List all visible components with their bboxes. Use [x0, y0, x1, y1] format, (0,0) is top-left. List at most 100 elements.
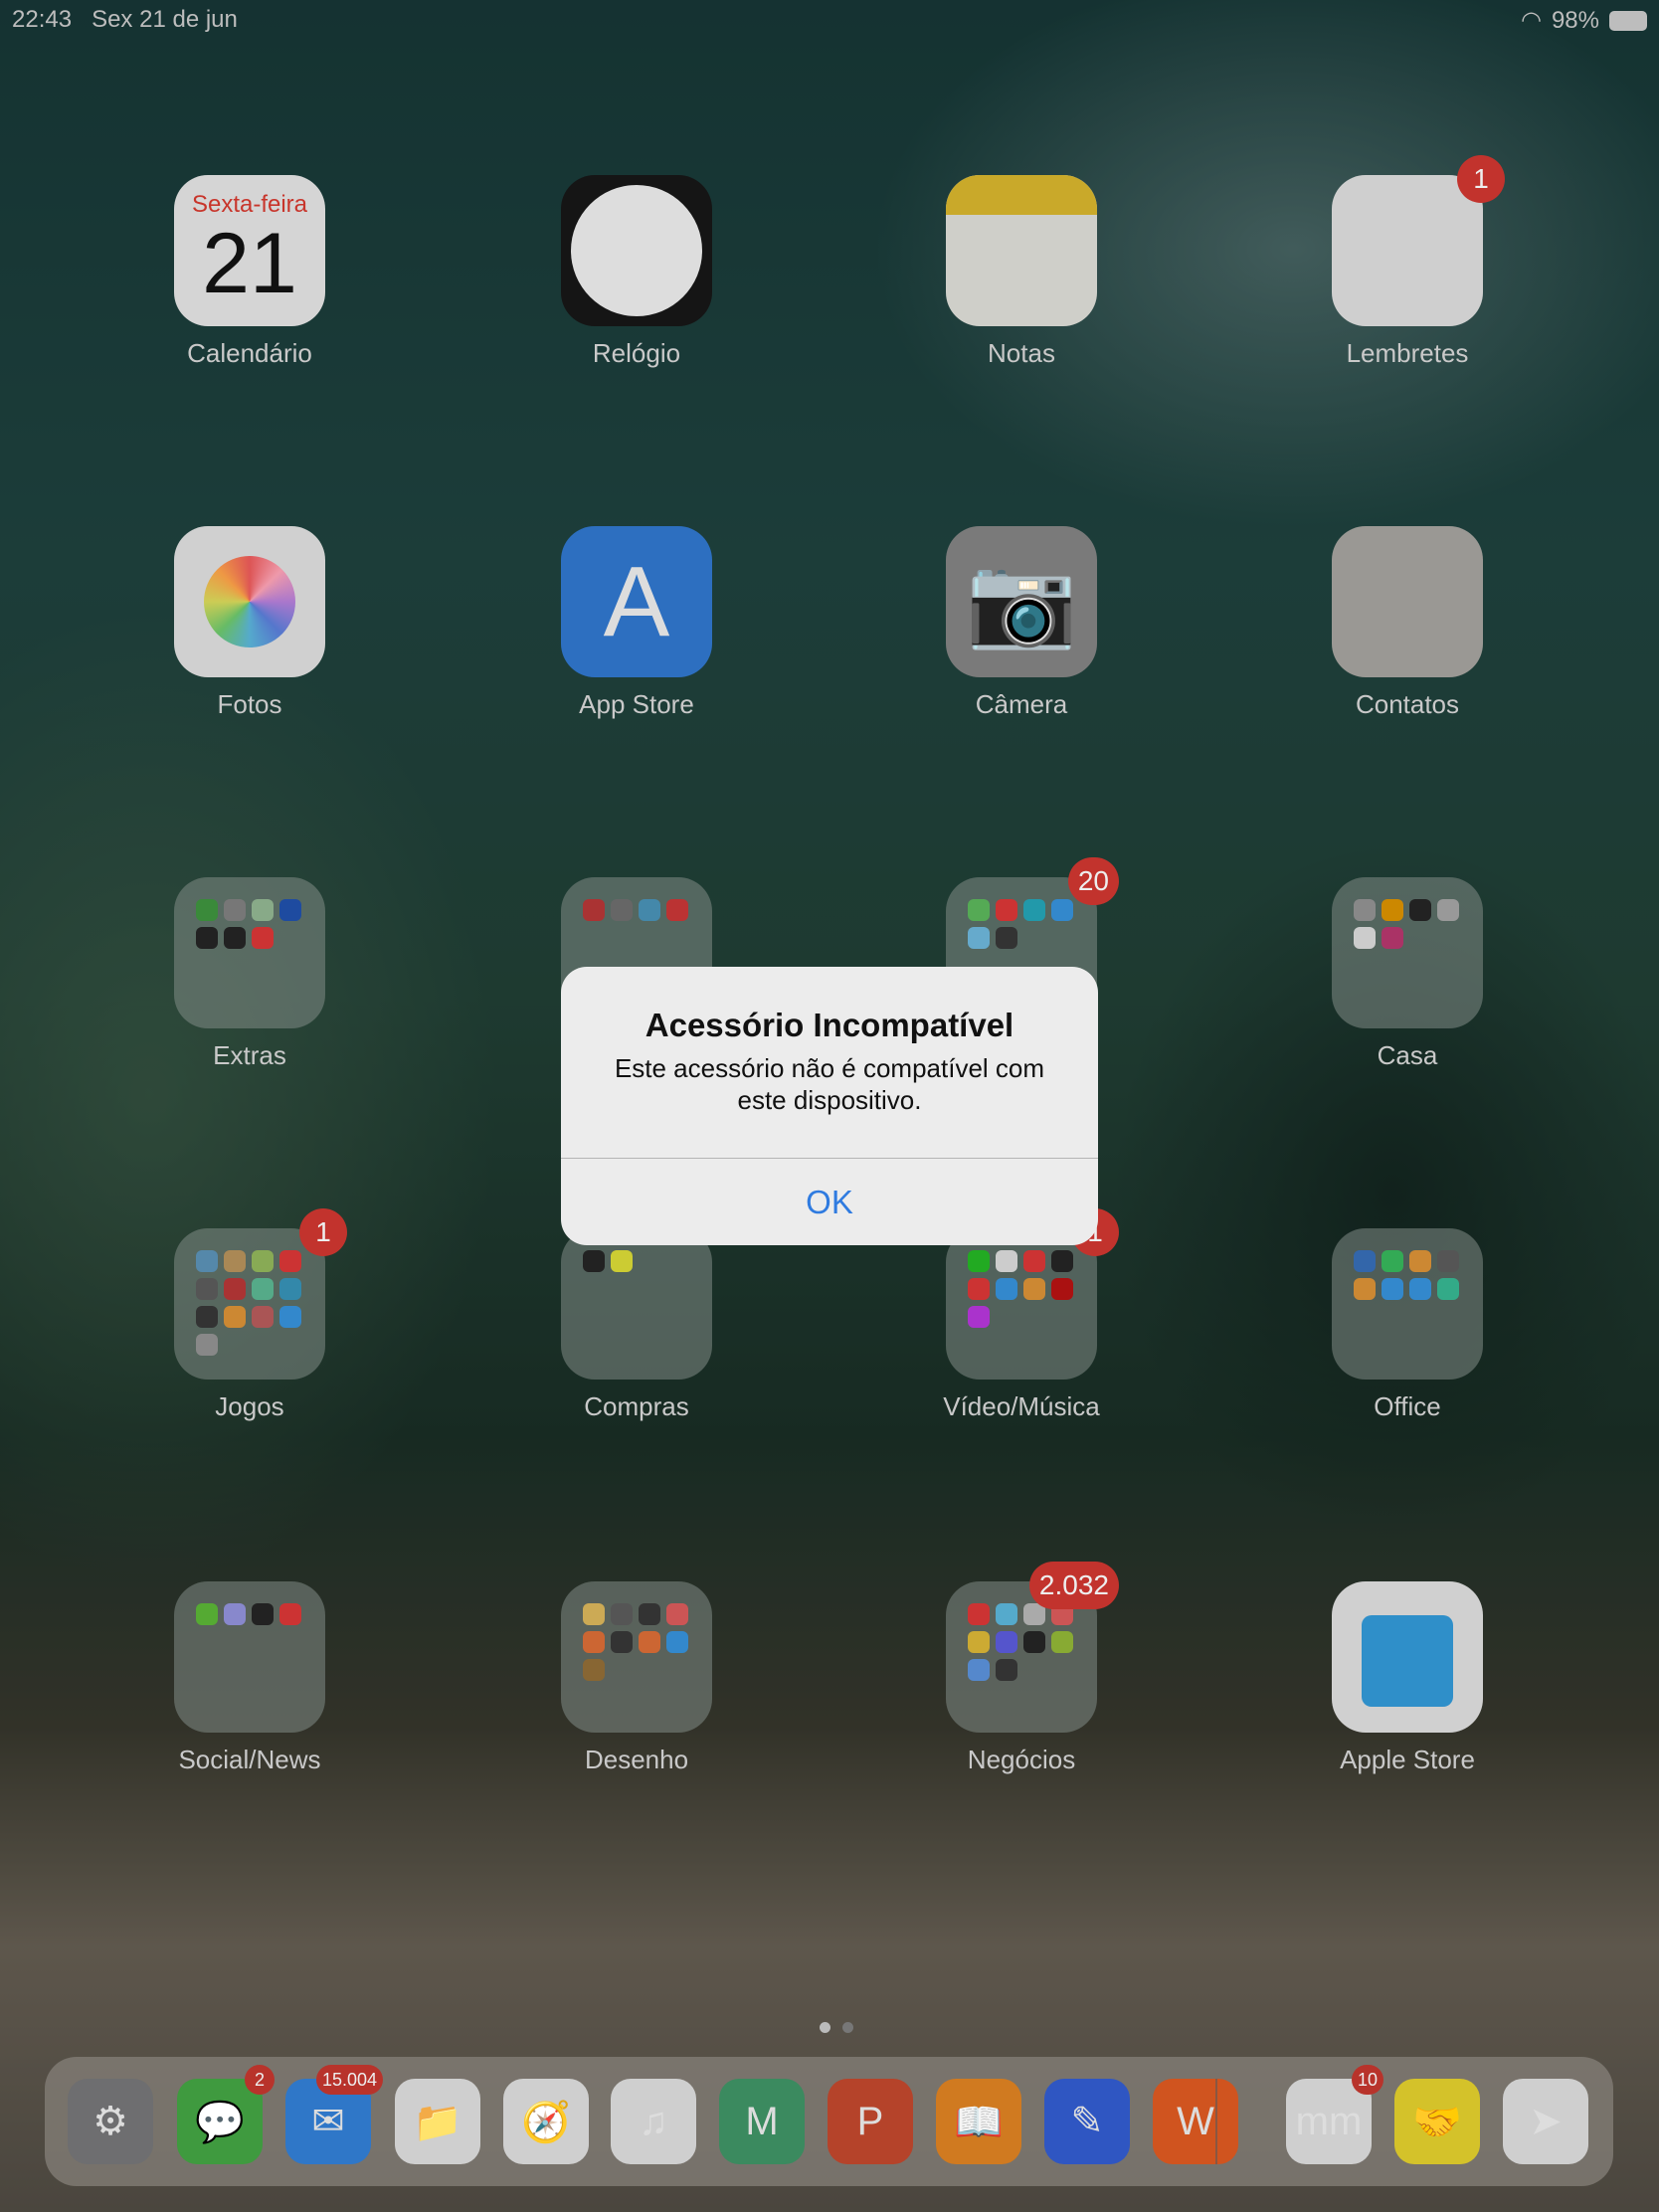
app-store-icon[interactable]: A	[561, 526, 712, 677]
app-app-store[interactable]: A App Store	[561, 526, 712, 720]
page-dot[interactable]	[820, 2022, 830, 2033]
notification-badge: 10	[1351, 2065, 1383, 2095]
app-label: Social/News	[178, 1745, 321, 1774]
app-label: Compras	[584, 1391, 689, 1421]
folder-preview	[174, 1581, 325, 1625]
app-casa[interactable]: Casa	[1332, 877, 1483, 1071]
folder-icon[interactable]	[174, 877, 325, 1028]
app-jogos[interactable]: 1 Jogos	[174, 1208, 347, 1422]
folder-preview	[561, 877, 712, 921]
dock-notability-icon[interactable]: ✎	[1044, 2079, 1130, 2164]
dock-maps-icon[interactable]: ➤	[1503, 2079, 1588, 2164]
camera-icon[interactable]: 📷	[946, 526, 1097, 677]
dock-messages-icon[interactable]: 💬 2	[177, 2065, 275, 2164]
page-dot[interactable]	[842, 2022, 853, 2033]
dock-safari-icon[interactable]: 🧭	[503, 2079, 589, 2164]
app-neg-cios[interactable]: 2.032 Negócios	[946, 1562, 1119, 1775]
folder-icon[interactable]: 1	[946, 1208, 1119, 1380]
app-extras[interactable]: Extras	[174, 877, 325, 1071]
mini-app-icon	[1354, 927, 1376, 949]
app-label: Notas	[988, 338, 1055, 368]
mini-app-icon	[639, 899, 660, 921]
app-contatos[interactable]: Contatos	[1332, 526, 1483, 720]
mini-app-icon	[196, 1278, 218, 1300]
folder-icon[interactable]	[174, 1581, 325, 1733]
app-notas[interactable]: Notas	[946, 175, 1097, 369]
app-label: Jogos	[215, 1391, 284, 1421]
notification-badge: 20	[1067, 857, 1119, 905]
clock-icon[interactable]	[561, 175, 712, 326]
folder-preview	[174, 1228, 325, 1356]
app-label: Contatos	[1355, 689, 1460, 719]
mini-app-icon	[996, 1603, 1017, 1625]
mini-app-icon	[279, 1250, 301, 1272]
apple-store-bag-icon[interactable]	[1332, 1581, 1483, 1733]
mini-app-icon	[252, 899, 274, 921]
mini-app-icon	[196, 1306, 218, 1328]
notification-badge: 1	[299, 1208, 347, 1256]
mini-app-icon	[224, 1278, 246, 1300]
dock: ⚙ 💬 2 ✉ 15.004 📁 🧭 ♫ M P 📖 ✎ Wmm 10 🤝 ➤	[45, 2057, 1613, 2186]
mini-app-icon	[1382, 899, 1403, 921]
calendar-day-name: Sexta-feira	[191, 191, 308, 218]
page-indicator[interactable]	[820, 2022, 853, 2033]
mini-app-icon	[196, 1603, 218, 1625]
app-apple-store[interactable]: Apple Store	[1332, 1581, 1483, 1775]
mini-app-icon	[968, 1659, 990, 1681]
status-time-date: 22:43 Sex 21 de jun	[12, 6, 238, 34]
mini-app-icon	[1051, 899, 1073, 921]
app-label: Lembretes	[1346, 338, 1469, 368]
mini-app-icon	[196, 899, 218, 921]
reminders-icon[interactable]: 1	[1332, 155, 1505, 326]
dock-powerpoint-icon[interactable]: P	[828, 2079, 913, 2164]
mini-app-icon	[666, 1631, 688, 1653]
dock-wattpad-icon[interactable]: W	[1153, 2079, 1238, 2164]
dock-files-icon[interactable]: 📁	[395, 2079, 480, 2164]
mini-app-icon	[968, 1250, 990, 1272]
app-compras[interactable]: Compras	[561, 1228, 712, 1422]
folder-icon[interactable]	[561, 1581, 712, 1733]
app-c-mera[interactable]: 📷 Câmera	[946, 526, 1097, 720]
dock-mi-home-icon[interactable]: M	[719, 2079, 805, 2164]
dock-mail-icon[interactable]: ✉ 15.004	[285, 2065, 383, 2164]
notification-badge: 1	[1457, 155, 1505, 203]
wifi-icon: ◠	[1521, 7, 1542, 34]
app-desenho[interactable]: Desenho	[561, 1581, 712, 1775]
mini-app-icon	[996, 927, 1017, 949]
mini-app-icon	[996, 1278, 1017, 1300]
folder-icon[interactable]	[1332, 877, 1483, 1028]
mini-app-icon	[1437, 899, 1459, 921]
mini-app-icon	[1023, 1250, 1045, 1272]
mini-app-icon	[1354, 1278, 1376, 1300]
app-rel-gio[interactable]: Relógio	[561, 175, 712, 369]
app-calend-rio[interactable]: Sexta-feira 21 Calendário	[174, 175, 325, 369]
notes-icon[interactable]	[946, 175, 1097, 326]
folder-icon[interactable]: 1	[174, 1208, 347, 1380]
app-lembretes[interactable]: 1 Lembretes	[1332, 155, 1505, 369]
folder-icon[interactable]	[1332, 1228, 1483, 1380]
dock-books-icon[interactable]: 📖	[936, 2079, 1021, 2164]
mini-app-icon	[1023, 1631, 1045, 1653]
dock-mm-icon[interactable]: mm 10	[1286, 2065, 1383, 2164]
dock-mercado-livre-icon[interactable]: 🤝	[1394, 2079, 1480, 2164]
contacts-icon[interactable]	[1332, 526, 1483, 677]
dock-music-icon[interactable]: ♫	[611, 2079, 696, 2164]
app-office[interactable]: Office	[1332, 1228, 1483, 1422]
mini-app-icon	[611, 899, 633, 921]
mini-app-icon	[1382, 1250, 1403, 1272]
calendar-icon[interactable]: Sexta-feira 21	[174, 175, 325, 326]
ok-button[interactable]: OK	[561, 1159, 1098, 1245]
mini-app-icon	[252, 927, 274, 949]
mini-app-icon	[666, 899, 688, 921]
time: 22:43	[12, 6, 73, 33]
app-fotos[interactable]: Fotos	[174, 526, 325, 720]
folder-icon[interactable]	[561, 1228, 712, 1380]
app-social-news[interactable]: Social/News	[174, 1581, 325, 1775]
folder-icon[interactable]: 2.032	[946, 1562, 1119, 1733]
photos-icon[interactable]	[174, 526, 325, 677]
mini-app-icon	[279, 1306, 301, 1328]
app-v-deo-m-sica[interactable]: 1 Vídeo/Música	[943, 1208, 1119, 1422]
dock-settings-icon[interactable]: ⚙	[68, 2079, 153, 2164]
status-bar: 22:43 Sex 21 de jun ◠ 98%	[0, 6, 1659, 36]
mini-app-icon	[996, 899, 1017, 921]
